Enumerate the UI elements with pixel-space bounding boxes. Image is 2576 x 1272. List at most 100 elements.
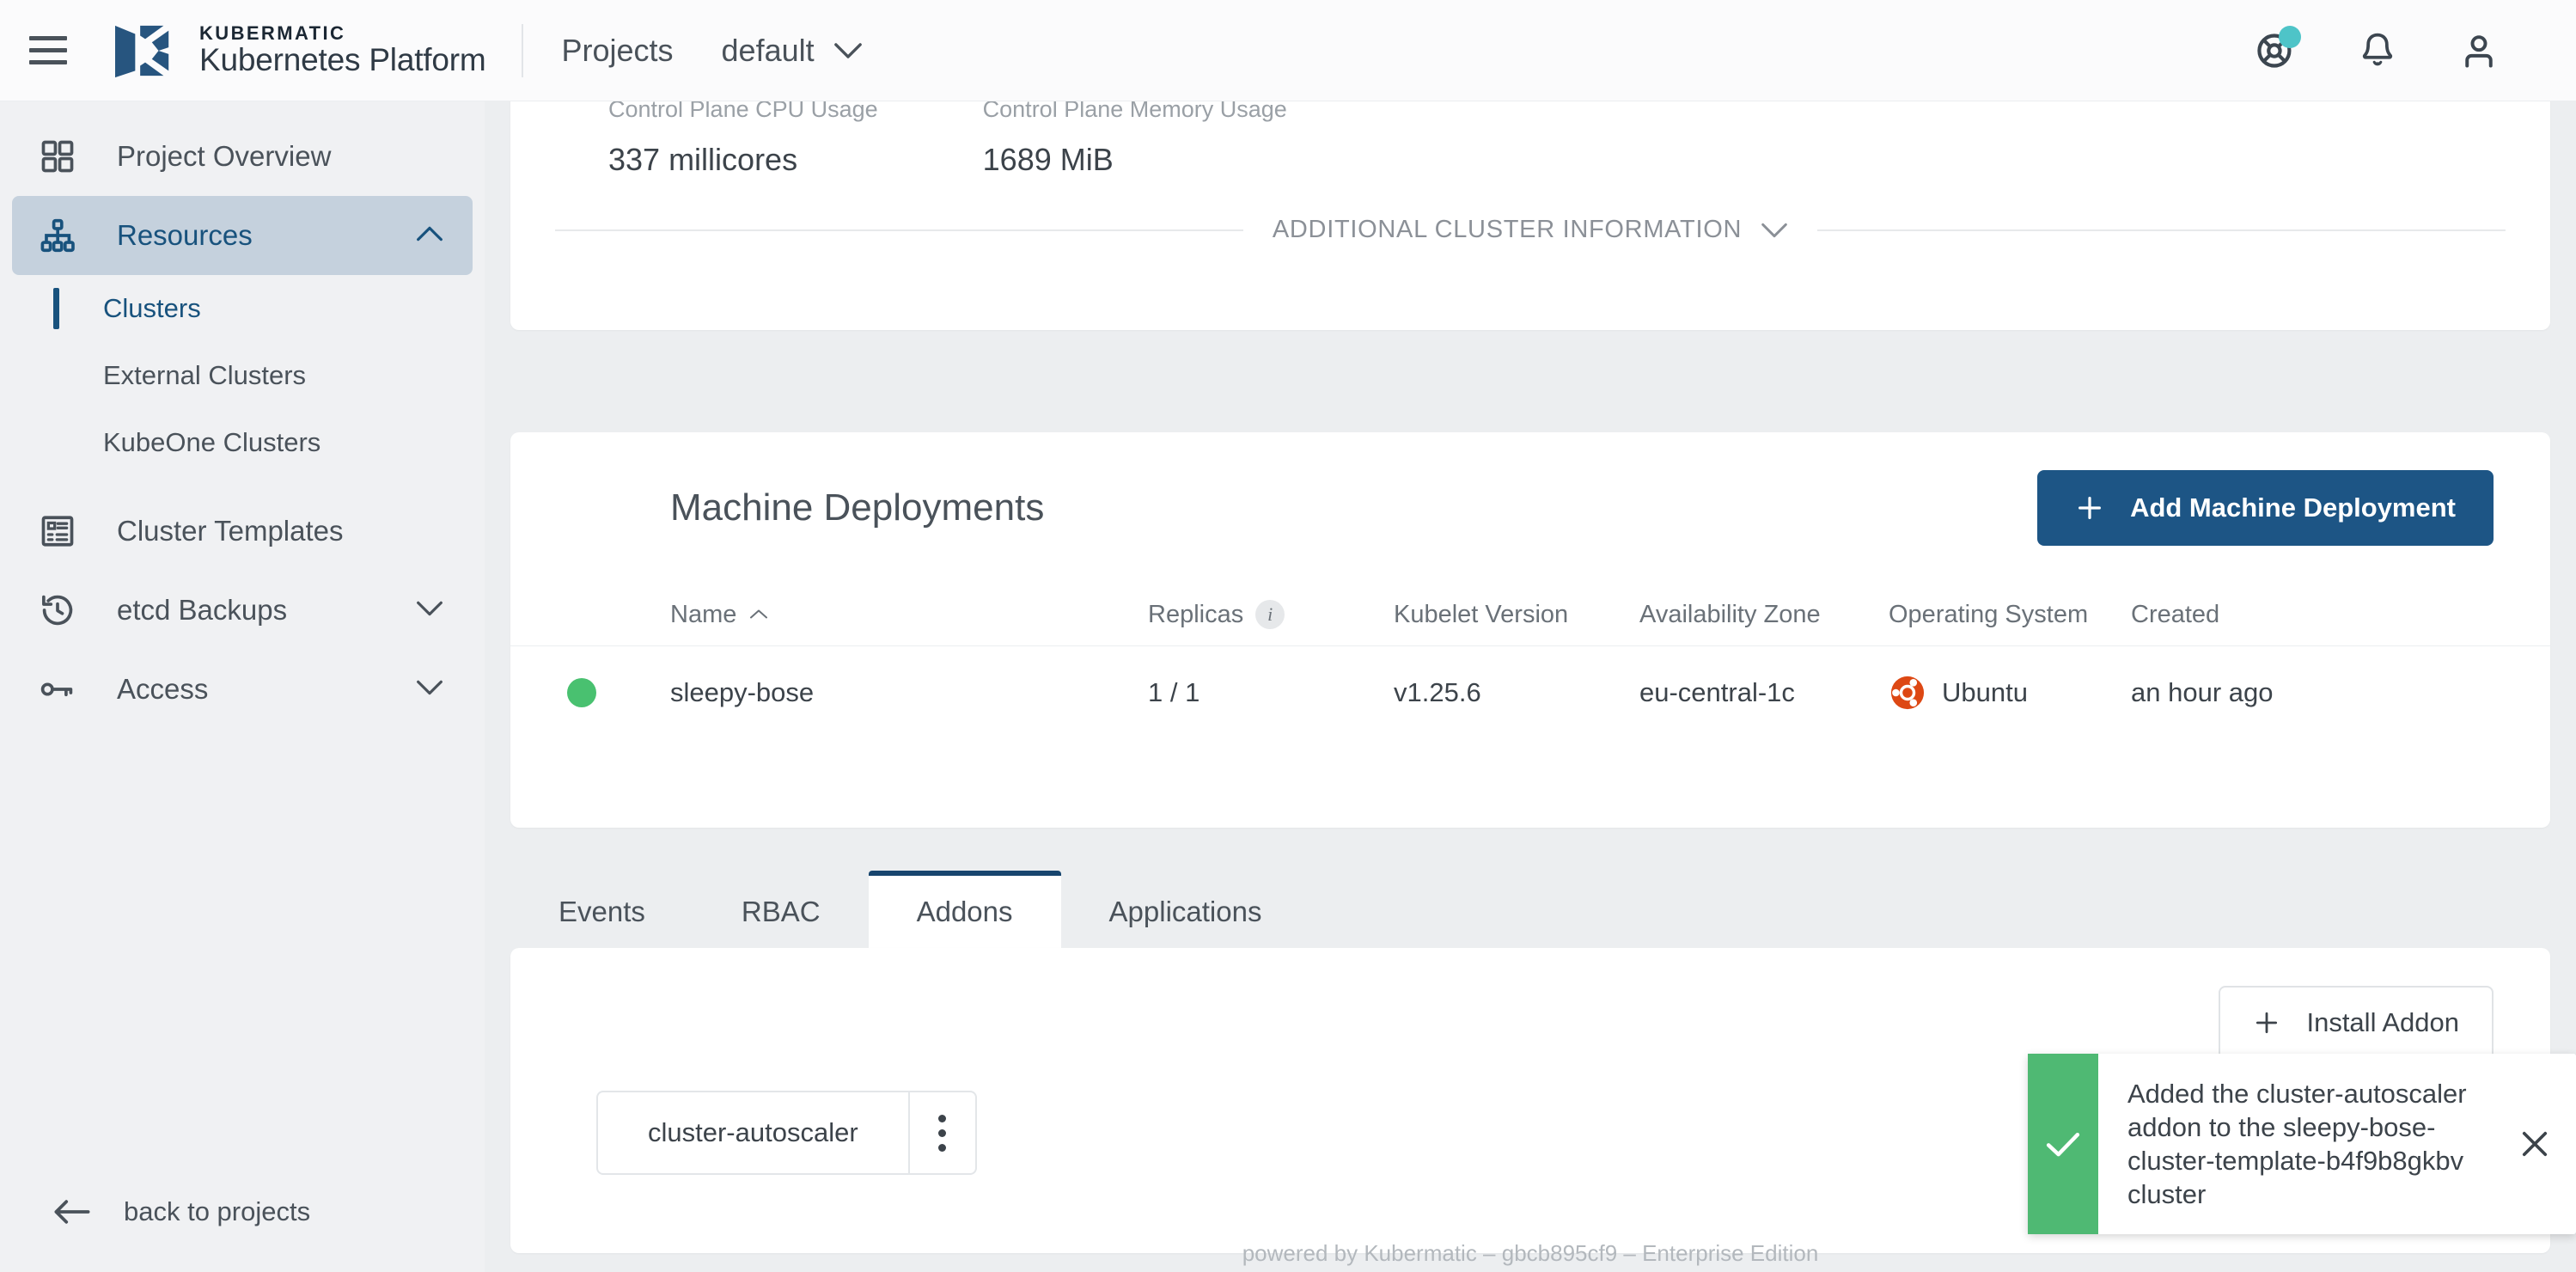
sidebar-subitem-label: Clusters — [103, 293, 201, 324]
chevron-down-icon — [1761, 222, 1788, 239]
add-machine-deployment-button[interactable]: Add Machine Deployment — [2037, 470, 2494, 546]
sidebar-item-external-clusters[interactable]: External Clusters — [0, 342, 485, 409]
tab-label: Events — [559, 896, 645, 928]
sidebar-item-clusters[interactable]: Clusters — [0, 275, 485, 342]
plus-icon — [2075, 493, 2104, 523]
sidebar-item-label: Resources — [117, 219, 253, 252]
footer-text: powered by Kubermatic – gbcb895cf9 – Ent… — [485, 1240, 2576, 1267]
cluster-metrics-card: Control Plane CPU Usage 337 millicores C… — [510, 101, 2550, 330]
column-header-label: Operating System — [1889, 601, 2088, 629]
sidebar-subitem-label: KubeOne Clusters — [103, 427, 320, 458]
toast-message: Added the cluster-autoscaler addon to th… — [2127, 1077, 2485, 1211]
column-header-label: Name — [670, 601, 736, 629]
machine-deployments-table: Name Replicas i Kubelet Version — [510, 584, 2550, 738]
cell-replicas: 1 / 1 — [1148, 677, 1394, 708]
additional-cluster-information-toggle[interactable]: ADDITIONAL CLUSTER INFORMATION — [1273, 216, 1788, 244]
addons-panel-actions: Install Addon — [510, 948, 2550, 1060]
column-header-created: Created — [2131, 601, 2414, 629]
column-header-label: Kubelet Version — [1394, 601, 1568, 629]
install-addon-button[interactable]: Install Addon — [2219, 986, 2494, 1060]
history-icon — [34, 591, 81, 629]
key-icon — [34, 670, 81, 708]
cell-operating-system: Ubuntu — [1889, 674, 2131, 712]
table-header-row: Name Replicas i Kubelet Version — [510, 584, 2550, 645]
metric-label: Control Plane Memory Usage — [983, 101, 1287, 123]
column-header-label: Created — [2131, 601, 2219, 629]
sidebar-item-label: Access — [117, 673, 208, 706]
tab-label: Applications — [1109, 896, 1262, 928]
back-to-projects-button[interactable]: back to projects — [0, 1196, 485, 1227]
toast-body: Added the cluster-autoscaler addon to th… — [2098, 1054, 2494, 1234]
project-selector[interactable]: default — [722, 33, 863, 69]
grid-icon — [34, 138, 81, 175]
brand-name: KUBERMATIC — [199, 24, 485, 44]
tab-events[interactable]: Events — [510, 871, 693, 948]
chevron-down-icon — [416, 679, 443, 700]
template-icon — [34, 512, 81, 550]
tab-applications[interactable]: Applications — [1061, 871, 1310, 948]
install-addon-label: Install Addon — [2306, 1007, 2459, 1038]
sidebar-item-project-overview[interactable]: Project Overview — [12, 117, 473, 196]
cell-created: an hour ago — [2131, 677, 2414, 708]
column-header-operating-system: Operating System — [1889, 601, 2131, 629]
brand-product: Kubernetes Platform — [199, 44, 485, 76]
add-machine-deployment-label: Add Machine Deployment — [2130, 492, 2456, 523]
metric-cpu-usage: Control Plane CPU Usage 337 millicores — [608, 101, 878, 178]
topbar-actions — [2255, 29, 2500, 72]
additional-cluster-information-label: ADDITIONAL CLUSTER INFORMATION — [1273, 216, 1742, 244]
arrow-left-icon — [53, 1198, 91, 1226]
kubermatic-logo-icon — [112, 21, 179, 81]
tab-addons[interactable]: Addons — [869, 871, 1061, 948]
table-row[interactable]: sleepy-bose 1 / 1 v1.25.6 eu-central-1c … — [510, 645, 2550, 738]
metric-value: 337 millicores — [608, 142, 878, 178]
metric-value: 1689 MiB — [983, 142, 1287, 178]
status-badge — [567, 678, 596, 707]
divider-left — [555, 229, 1243, 231]
metric-label: Control Plane CPU Usage — [608, 101, 878, 123]
machine-deployments-header: Machine Deployments Add Machine Deployme… — [510, 432, 2550, 584]
sidebar-item-label: Cluster Templates — [117, 515, 344, 547]
chevron-up-icon — [416, 225, 443, 247]
ubuntu-icon — [1889, 674, 1926, 712]
sidebar-item-kubeone-clusters[interactable]: KubeOne Clusters — [0, 409, 485, 476]
sidebar-item-resources[interactable]: Resources — [12, 196, 473, 275]
user-account-icon[interactable] — [2457, 29, 2500, 72]
cell-availability-zone: eu-central-1c — [1639, 677, 1889, 708]
brand: KUBERMATIC Kubernetes Platform — [112, 21, 485, 81]
chevron-down-icon — [416, 600, 443, 621]
metrics-row: Control Plane CPU Usage 337 millicores C… — [510, 101, 2550, 178]
info-icon[interactable]: i — [1255, 600, 1285, 629]
help-icon[interactable] — [2255, 29, 2298, 72]
divider-right — [1817, 229, 2506, 231]
column-header-replicas: Replicas i — [1148, 600, 1394, 629]
cell-operating-system-label: Ubuntu — [1942, 677, 2028, 708]
addon-name[interactable]: cluster-autoscaler — [598, 1092, 908, 1173]
notifications-icon[interactable] — [2356, 29, 2399, 72]
back-to-projects-label: back to projects — [124, 1196, 310, 1227]
project-selector-value: default — [722, 33, 815, 69]
column-header-name[interactable]: Name — [670, 601, 1148, 629]
addon-options-button[interactable] — [908, 1092, 975, 1173]
tab-label: Addons — [917, 896, 1013, 928]
check-icon — [2040, 1121, 2086, 1167]
sidebar-item-etcd-backups[interactable]: etcd Backups — [12, 571, 473, 650]
column-header-availability-zone: Availability Zone — [1639, 601, 1889, 629]
chevron-down-icon — [833, 42, 863, 59]
tab-rbac[interactable]: RBAC — [693, 871, 869, 948]
menu-icon[interactable] — [29, 31, 69, 70]
machine-deployments-card: Machine Deployments Add Machine Deployme… — [510, 432, 2550, 828]
plus-icon — [2253, 1009, 2280, 1037]
additional-cluster-information-row: ADDITIONAL CLUSTER INFORMATION — [510, 216, 2550, 244]
divider — [522, 24, 523, 77]
sidebar-item-access[interactable]: Access — [12, 650, 473, 729]
page-title: Machine Deployments — [670, 486, 1044, 529]
close-icon[interactable] — [2494, 1054, 2576, 1234]
list-item: cluster-autoscaler — [596, 1091, 977, 1175]
column-header-kubelet-version: Kubelet Version — [1394, 601, 1639, 629]
projects-label: Projects — [561, 33, 673, 69]
help-badge-dot — [2279, 26, 2301, 48]
sidebar-item-cluster-templates[interactable]: Cluster Templates — [12, 492, 473, 571]
sort-asc-icon — [748, 603, 769, 626]
app-root: KUBERMATIC Kubernetes Platform Projects … — [0, 0, 2576, 1272]
tab-label: RBAC — [742, 896, 821, 928]
